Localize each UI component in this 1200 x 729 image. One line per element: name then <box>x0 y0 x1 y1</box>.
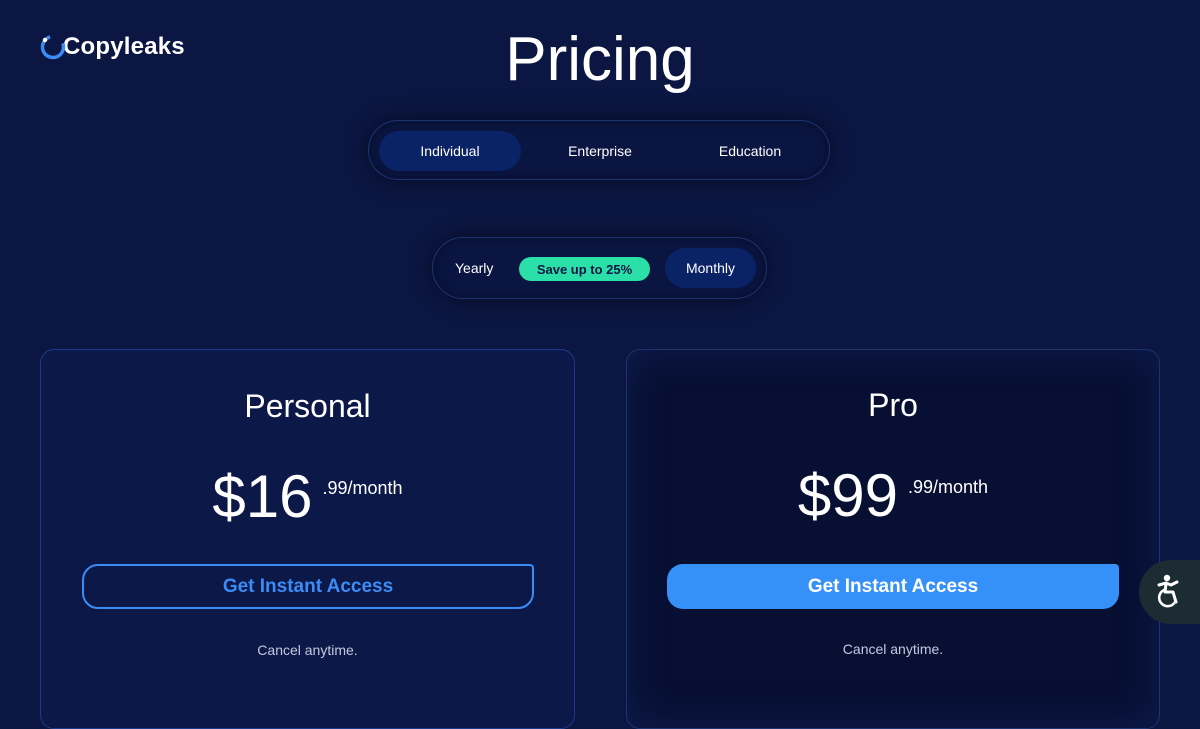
save-badge: Save up to 25% <box>519 257 650 281</box>
plan-name: Personal <box>244 388 371 424</box>
get-instant-access-button[interactable]: Get Instant Access <box>667 564 1119 609</box>
plan-price: $16 .99/month <box>41 462 574 532</box>
cancel-note: Cancel anytime. <box>842 641 944 657</box>
tab-education[interactable]: Education <box>679 131 821 171</box>
price-amount: $99 <box>797 462 899 529</box>
price-suffix: .99/month <box>908 477 989 497</box>
accessibility-button[interactable] <box>1139 560 1200 624</box>
audience-tabs: Individual Enterprise Education <box>368 120 830 180</box>
get-instant-access-button[interactable]: Get Instant Access <box>82 564 534 609</box>
accessibility-icon <box>1157 574 1179 608</box>
billing-yearly-option[interactable]: Yearly <box>455 260 493 276</box>
billing-monthly-option[interactable]: Monthly <box>665 248 756 288</box>
tab-enterprise[interactable]: Enterprise <box>529 131 671 171</box>
price-suffix: .99/month <box>322 478 403 498</box>
page-title: Pricing <box>505 25 695 94</box>
plan-card-personal: Personal $16 .99/month Get Instant Acces… <box>40 349 575 729</box>
tab-individual[interactable]: Individual <box>379 131 521 171</box>
plan-price: $99 .99/month <box>627 461 1159 531</box>
plan-card-pro: Pro $99 .99/month Get Instant Access Can… <box>626 349 1160 729</box>
billing-toggle: Yearly Save up to 25% Monthly <box>432 237 767 299</box>
price-amount: $16 <box>212 463 313 530</box>
cancel-note: Cancel anytime. <box>257 642 358 658</box>
plan-name: Pro <box>868 387 918 423</box>
